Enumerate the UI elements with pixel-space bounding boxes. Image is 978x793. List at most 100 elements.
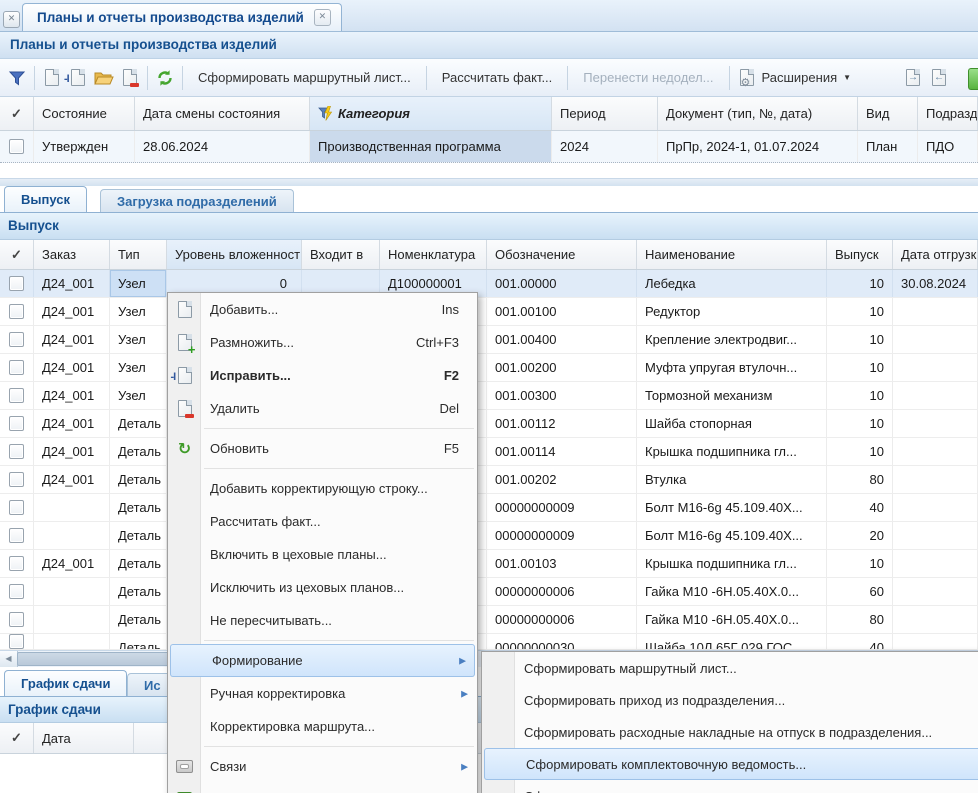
page-title: Планы и отчеты производства изделий bbox=[0, 32, 978, 59]
table-row[interactable]: Деталь 00000000006 Гайка М10 -6Н.05.40Х.… bbox=[0, 606, 978, 634]
menu-item[interactable]: ↻ Обновить F5 bbox=[168, 432, 477, 465]
column-header-level[interactable]: Уровень вложенности bbox=[167, 240, 302, 269]
submenu-item[interactable]: Сформировать комплектовочную ведомость..… bbox=[484, 748, 978, 780]
tab-output[interactable]: Выпуск bbox=[4, 186, 87, 212]
row-checkbox[interactable] bbox=[9, 500, 24, 515]
table-row[interactable]: Деталь 00000000009 Болт М16-6g 45.109.40… bbox=[0, 522, 978, 550]
cell-output: 80 bbox=[827, 606, 893, 633]
column-header-output[interactable]: Выпуск bbox=[827, 240, 893, 269]
table-row[interactable]: Деталь 00000000030 Шайба 10Л 65Г 029 ГОС… bbox=[0, 634, 978, 650]
row-checkbox[interactable] bbox=[9, 416, 24, 431]
select-all-icon[interactable]: ✓ bbox=[0, 240, 34, 269]
select-all-icon[interactable]: ✓ bbox=[0, 97, 34, 130]
table-row[interactable]: Деталь 00000000006 Гайка М10 -6Н.05.40Х.… bbox=[0, 578, 978, 606]
column-header-state-date[interactable]: Дата смены состояния bbox=[135, 97, 310, 130]
table-row[interactable]: Д24_001 Деталь 001.00103 Крышка подшипни… bbox=[0, 550, 978, 578]
export-document-icon[interactable] bbox=[900, 65, 926, 91]
column-header-name[interactable]: Наименование bbox=[637, 240, 827, 269]
output-tabstrip: Выпуск Загрузка подразделений bbox=[0, 186, 978, 213]
row-checkbox[interactable] bbox=[9, 444, 24, 459]
column-header-designation[interactable]: Обозначение bbox=[487, 240, 637, 269]
table-row[interactable]: Д24_001 Узел 001.00100 Редуктор 10 bbox=[0, 298, 978, 326]
row-checkbox[interactable] bbox=[9, 360, 24, 375]
menu-item[interactable]: Исправить... F2 bbox=[168, 359, 477, 392]
menu-item[interactable]: Ручная корректировка bbox=[168, 677, 477, 710]
extensions-icon[interactable] bbox=[734, 65, 760, 91]
row-checkbox[interactable] bbox=[9, 634, 24, 649]
column-header-date[interactable]: Дата bbox=[34, 723, 134, 753]
column-header-type[interactable]: Тип bbox=[110, 240, 167, 269]
extensions-button[interactable]: Расширения bbox=[760, 70, 840, 85]
column-header-nomenclature[interactable]: Номенклатура bbox=[380, 240, 487, 269]
column-header-document[interactable]: Документ (тип, №, дата) bbox=[658, 97, 858, 130]
menu-item[interactable]: Включить в цеховые планы... bbox=[168, 538, 477, 571]
column-header-kind[interactable]: Вид bbox=[858, 97, 918, 130]
menu-item[interactable]: Рассчитать факт... bbox=[168, 505, 477, 538]
refresh-icon[interactable] bbox=[152, 65, 178, 91]
delete-document-icon[interactable] bbox=[117, 65, 143, 91]
menu-item[interactable]: Корректировка маршрута... bbox=[168, 710, 477, 743]
edit-document-icon[interactable] bbox=[65, 65, 91, 91]
scroll-left-icon[interactable]: ◀ bbox=[0, 651, 18, 667]
menu-item[interactable] bbox=[168, 783, 477, 793]
column-header-division[interactable]: Подразделение bbox=[918, 97, 978, 130]
document-tab[interactable]: Планы и отчеты производства изделий ✕ bbox=[22, 3, 342, 31]
table-row[interactable]: Д24_001 Деталь 001.00112 Шайба стопорная… bbox=[0, 410, 978, 438]
row-checkbox[interactable] bbox=[9, 139, 24, 154]
menu-item[interactable]: Связи bbox=[168, 750, 477, 783]
row-checkbox[interactable] bbox=[9, 388, 24, 403]
column-header-state[interactable]: Состояние bbox=[34, 97, 135, 130]
submenu-item[interactable]: Сформировать маршрутный лист... bbox=[482, 652, 978, 684]
output-section-title: Выпуск bbox=[0, 213, 978, 240]
submenu-item[interactable]: Сформировать приход из подразделения... bbox=[482, 684, 978, 716]
table-row[interactable]: Д24_001 Узел 001.00200 Муфта упругая вту… bbox=[0, 354, 978, 382]
tab-load-divisions[interactable]: Загрузка подразделений bbox=[100, 189, 294, 212]
row-checkbox[interactable] bbox=[9, 584, 24, 599]
tab-delivery-schedule[interactable]: График сдачи bbox=[4, 670, 127, 696]
menu-item[interactable]: Размножить... Ctrl+F3 bbox=[168, 326, 477, 359]
menu-item[interactable]: Добавить... Ins bbox=[168, 293, 477, 326]
table-row[interactable]: Утвержден 28.06.2024 Производственная пр… bbox=[0, 131, 978, 163]
cell-output: 10 bbox=[827, 438, 893, 465]
import-document-icon[interactable] bbox=[926, 65, 952, 91]
table-row[interactable]: Д24_001 Деталь 001.00114 Крышка подшипни… bbox=[0, 438, 978, 466]
submenu-item[interactable]: Сформировать расходные накладные на отпу… bbox=[482, 716, 978, 748]
toolbar-separator bbox=[426, 66, 427, 90]
select-all-icon[interactable]: ✓ bbox=[0, 723, 34, 753]
filter-icon[interactable] bbox=[4, 65, 30, 91]
row-checkbox[interactable] bbox=[9, 472, 24, 487]
menu-item-shortcut: F2 bbox=[444, 368, 477, 383]
menu-item[interactable]: Не пересчитывать... bbox=[168, 604, 477, 637]
column-header-category[interactable]: Категория bbox=[310, 97, 552, 130]
row-checkbox[interactable] bbox=[9, 304, 24, 319]
row-checkbox[interactable] bbox=[9, 276, 24, 291]
menu-item[interactable]: Добавить корректирующую строку... bbox=[168, 472, 477, 505]
formation-submenu: Сформировать маршрутный лист... Сформиро… bbox=[481, 651, 978, 793]
add-document-icon[interactable] bbox=[39, 65, 65, 91]
calc-fact-button[interactable]: Рассчитать факт... bbox=[431, 70, 564, 85]
row-checkbox[interactable] bbox=[9, 556, 24, 571]
menu-item[interactable]: Формирование bbox=[170, 644, 475, 677]
cell-output: 10 bbox=[827, 382, 893, 409]
open-folder-icon[interactable] bbox=[91, 65, 117, 91]
table-row[interactable]: Д24_001 Узел 0 Д100000001 001.00000 Лебе… bbox=[0, 270, 978, 298]
table-row[interactable]: Деталь 00000000009 Болт М16-6g 45.109.40… bbox=[0, 494, 978, 522]
table-row[interactable]: Д24_001 Узел 001.00300 Тормозной механиз… bbox=[0, 382, 978, 410]
make-route-sheet-button[interactable]: Сформировать маршрутный лист... bbox=[187, 70, 422, 85]
menu-item[interactable]: Исключить из цеховых планов... bbox=[168, 571, 477, 604]
cell-order bbox=[34, 606, 110, 633]
tab-close-icon[interactable]: ✕ bbox=[314, 9, 331, 26]
row-checkbox[interactable] bbox=[9, 528, 24, 543]
column-header-period[interactable]: Период bbox=[552, 97, 658, 130]
table-row[interactable]: Д24_001 Узел 001.00400 Крепление электро… bbox=[0, 326, 978, 354]
row-checkbox[interactable] bbox=[9, 612, 24, 627]
column-header-part-of[interactable]: Входит в bbox=[302, 240, 380, 269]
close-icon[interactable]: ✕ bbox=[3, 11, 20, 28]
column-header-ship-date[interactable]: Дата отгрузки bbox=[893, 240, 978, 269]
table-row[interactable]: Д24_001 Деталь 001.00202 Втулка 80 bbox=[0, 466, 978, 494]
submenu-item[interactable]: Сформировать... bbox=[482, 780, 978, 793]
row-checkbox[interactable] bbox=[9, 332, 24, 347]
column-header-order[interactable]: Заказ bbox=[34, 240, 110, 269]
menu-item[interactable]: Удалить Del bbox=[168, 392, 477, 425]
cell-division: ПДО bbox=[918, 131, 978, 162]
